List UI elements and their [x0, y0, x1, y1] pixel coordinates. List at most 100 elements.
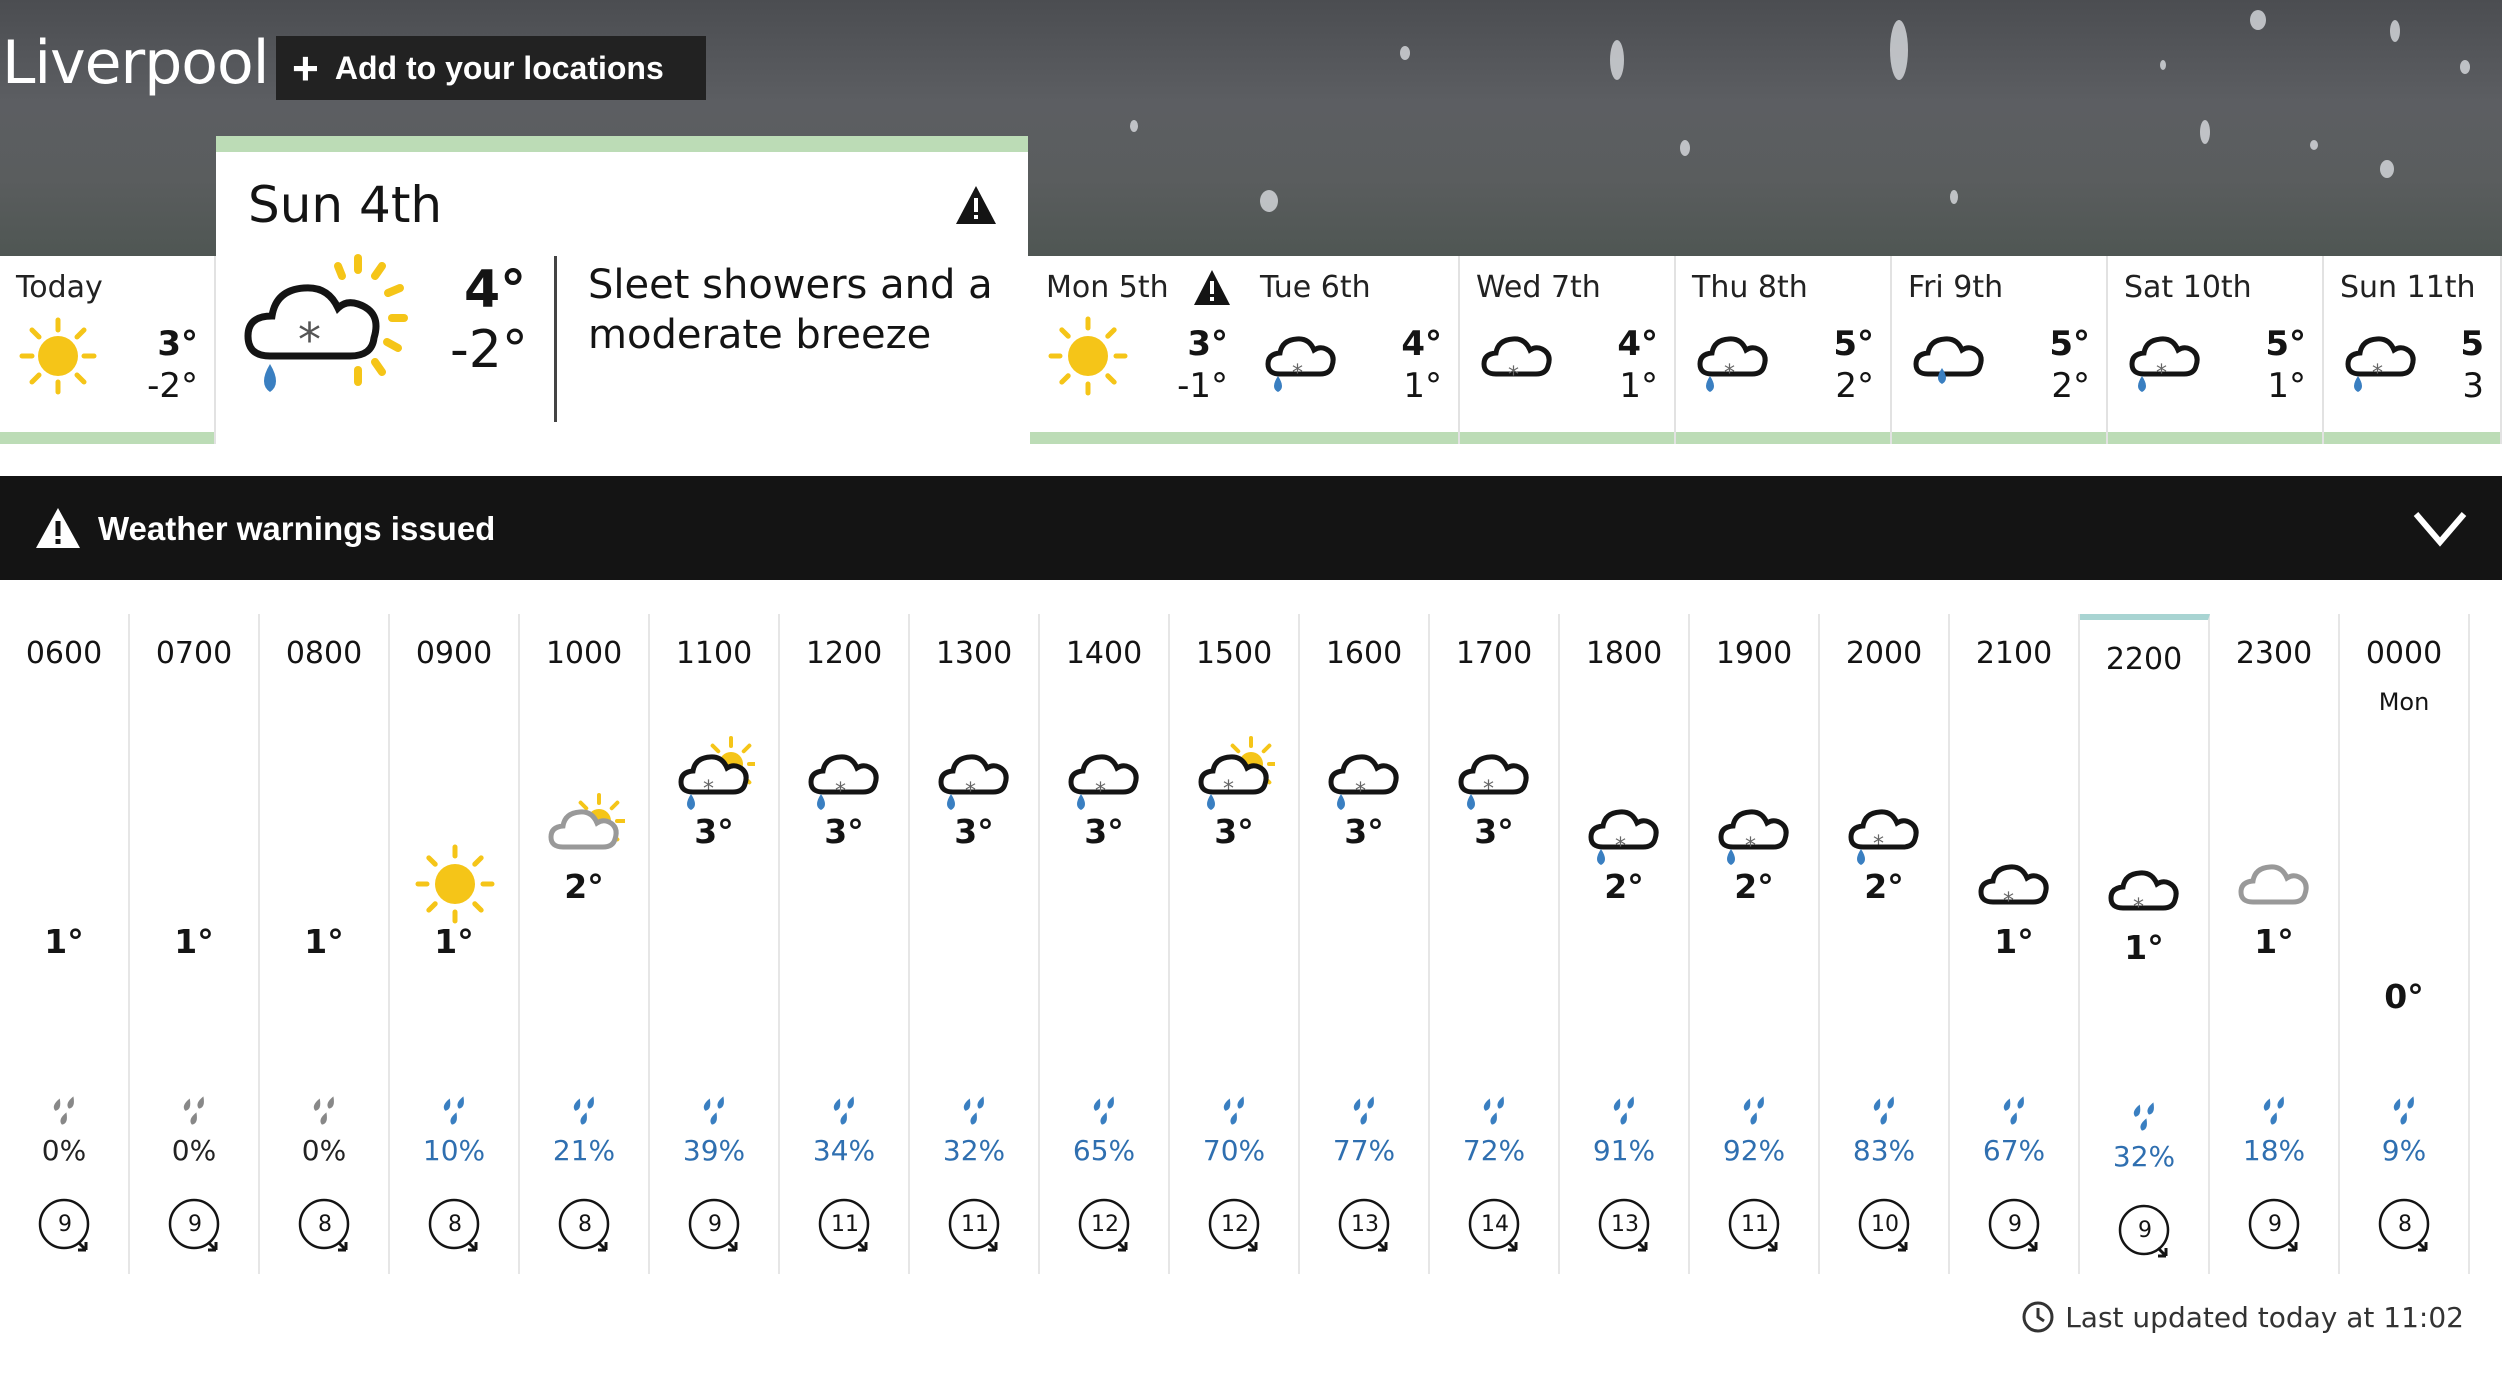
- day-tab-1[interactable]: Mon 5th 3° -1°: [1030, 256, 1246, 444]
- day-bar: [1030, 432, 1244, 444]
- day-tab-2[interactable]: Tue 6th * 4° 1°: [1244, 256, 1460, 444]
- sleet-icon: *: [1697, 336, 1768, 392]
- day-low: -1°: [1177, 366, 1228, 406]
- warning-icon: [956, 186, 996, 224]
- day-high: 5°: [2265, 324, 2306, 364]
- hour-column[interactable]: 1700 * 3° 72% 14: [1430, 614, 1560, 1274]
- hour-column[interactable]: 0600 1° 0% 9: [0, 614, 130, 1274]
- svg-text:*: *: [1223, 777, 1234, 802]
- raindrops-icon: [833, 1096, 854, 1125]
- hour-column[interactable]: 1000 2° 21% 8: [520, 614, 650, 1274]
- wind-speed: 13: [1351, 1212, 1379, 1237]
- svg-text:*: *: [965, 779, 976, 804]
- day-high: 5°: [1833, 324, 1874, 364]
- hour-column[interactable]: 1500 * 3° 70% 12: [1170, 614, 1300, 1274]
- hour-temperature: 2°: [1604, 867, 1644, 906]
- hour-time: 1300: [935, 636, 1013, 671]
- hour-temperature: 3°: [1084, 812, 1124, 851]
- hour-time: 2000: [1845, 636, 1923, 671]
- hour-temperature: 3°: [694, 812, 734, 851]
- hour-time: 1900: [1715, 636, 1793, 671]
- hour-rain-chance: 83%: [1852, 1134, 1916, 1167]
- wind-speed: 9: [2008, 1212, 2022, 1237]
- hour-column[interactable]: 0000 Mon 0° 9% 8: [2340, 614, 2470, 1274]
- day-bar: [1460, 432, 1674, 444]
- hour-column[interactable]: 2000 * 2° 83% 10: [1820, 614, 1950, 1274]
- selected-day-high: 4°: [464, 260, 527, 320]
- raindrops-icon: [183, 1096, 204, 1125]
- hour-column[interactable]: 2100 * 1° 67% 9: [1950, 614, 2080, 1274]
- sleet-icon: *: [1718, 809, 1789, 865]
- hour-column[interactable]: 2300 1° 18% 9: [2210, 614, 2340, 1274]
- hour-column[interactable]: 1400 * 3° 65% 12: [1040, 614, 1170, 1274]
- wind-speed: 8: [448, 1212, 462, 1237]
- weather-warnings-label: Weather warnings issued: [98, 510, 496, 547]
- hour-rain-chance: 0%: [41, 1134, 87, 1167]
- wind-speed: 12: [1221, 1212, 1249, 1237]
- day-label: Wed 7th: [1476, 270, 1601, 305]
- wind-speed: 9: [2268, 1212, 2282, 1237]
- svg-text:*: *: [1095, 779, 1106, 804]
- day-tab-6[interactable]: Sat 10th * 5° 1°: [2108, 256, 2324, 444]
- hour-time: 0600: [25, 636, 103, 671]
- hour-column[interactable]: 0900 1° 10% 8: [390, 614, 520, 1274]
- raindrops-icon: [313, 1096, 334, 1125]
- sleet-moon-icon: *: [1848, 799, 1919, 865]
- selected-day-panel[interactable]: Sun 4th * 4° -2° Sleet showers and a mod…: [216, 136, 1028, 444]
- hour-rain-chance: 10%: [422, 1134, 486, 1167]
- hour-time: 1500: [1195, 636, 1273, 671]
- hour-temperature: 1°: [174, 922, 214, 961]
- hour-column[interactable]: 1200 * 3° 34% 11: [780, 614, 910, 1274]
- hour-column[interactable]: 2200 * 1° 32% 9: [2080, 614, 2210, 1274]
- day-high: 4°: [1401, 324, 1442, 364]
- location-title: Liverpool: [2, 28, 269, 98]
- sleet-icon: *: [1068, 754, 1139, 810]
- day-tab-7[interactable]: Sun 11th * 5 3: [2324, 256, 2502, 444]
- hour-column[interactable]: 1100 * 3° 39% 9: [650, 614, 780, 1274]
- hour-time: 1200: [805, 636, 883, 671]
- add-location-button[interactable]: + Add to your locations: [276, 36, 706, 100]
- hour-time: 2200: [2105, 642, 2183, 677]
- day-tab-3[interactable]: Wed 7th * 4° 1°: [1460, 256, 1676, 444]
- hour-time: 0800: [285, 636, 363, 671]
- hour-column[interactable]: 1800 * 2° 91% 13: [1560, 614, 1690, 1274]
- hour-column[interactable]: 1600 * 3° 77% 13: [1300, 614, 1430, 1274]
- hour-column[interactable]: 1900 * 2° 92% 11: [1690, 614, 1820, 1274]
- day-label: Mon 5th: [1046, 270, 1169, 305]
- day-tab-4[interactable]: Thu 8th * 5° 2°: [1676, 256, 1892, 444]
- hour-rain-chance: 72%: [1462, 1134, 1526, 1167]
- svg-text:*: *: [1615, 834, 1626, 859]
- sleet-moon-icon: *: [1458, 744, 1529, 810]
- hour-temperature: 3°: [824, 812, 864, 851]
- day-high: 5°: [2049, 324, 2090, 364]
- moon-icon: [2384, 915, 2409, 963]
- snow-cloud-icon: *: [1481, 336, 1552, 388]
- hour-temperature: 2°: [1734, 867, 1774, 906]
- day-tab-5[interactable]: Fri 9th 5° 2°: [1892, 256, 2108, 444]
- wind-speed: 8: [2398, 1212, 2412, 1237]
- selected-day-description: Sleet showers and a moderate breeze: [588, 262, 993, 358]
- raindrops-icon: [1483, 1096, 1504, 1125]
- hour-column[interactable]: 0800 1° 0% 8: [260, 614, 390, 1274]
- snow-moon-icon: *: [2108, 860, 2179, 920]
- hour-temperature: 3°: [1214, 812, 1254, 851]
- svg-text:*: *: [835, 779, 846, 804]
- raindrops-icon: [1873, 1096, 1894, 1125]
- hour-column[interactable]: 1300 * 3° 32% 11: [910, 614, 1040, 1274]
- day-bar: [1244, 432, 1458, 444]
- cloud-moon-icon: [2238, 858, 2309, 905]
- wind-speed: 14: [1481, 1212, 1509, 1237]
- raindrops-icon: [1223, 1096, 1244, 1125]
- sunny-icon: [19, 317, 97, 395]
- moon-icon: [174, 860, 199, 908]
- day-tab-today[interactable]: Today 3° -2°: [0, 256, 216, 444]
- hour-temperature: 2°: [564, 867, 604, 906]
- day-low: 2°: [1835, 366, 1874, 406]
- svg-text:*: *: [2003, 889, 2014, 914]
- chevron-down-icon[interactable]: [2412, 508, 2468, 548]
- hour-column[interactable]: 0700 1° 0% 9: [130, 614, 260, 1274]
- hour-temperature: 1°: [304, 922, 344, 961]
- sleet-icon: *: [1328, 754, 1399, 810]
- weather-warnings-bar[interactable]: Weather warnings issued: [0, 476, 2502, 580]
- hour-temperature: 2°: [1864, 867, 1904, 906]
